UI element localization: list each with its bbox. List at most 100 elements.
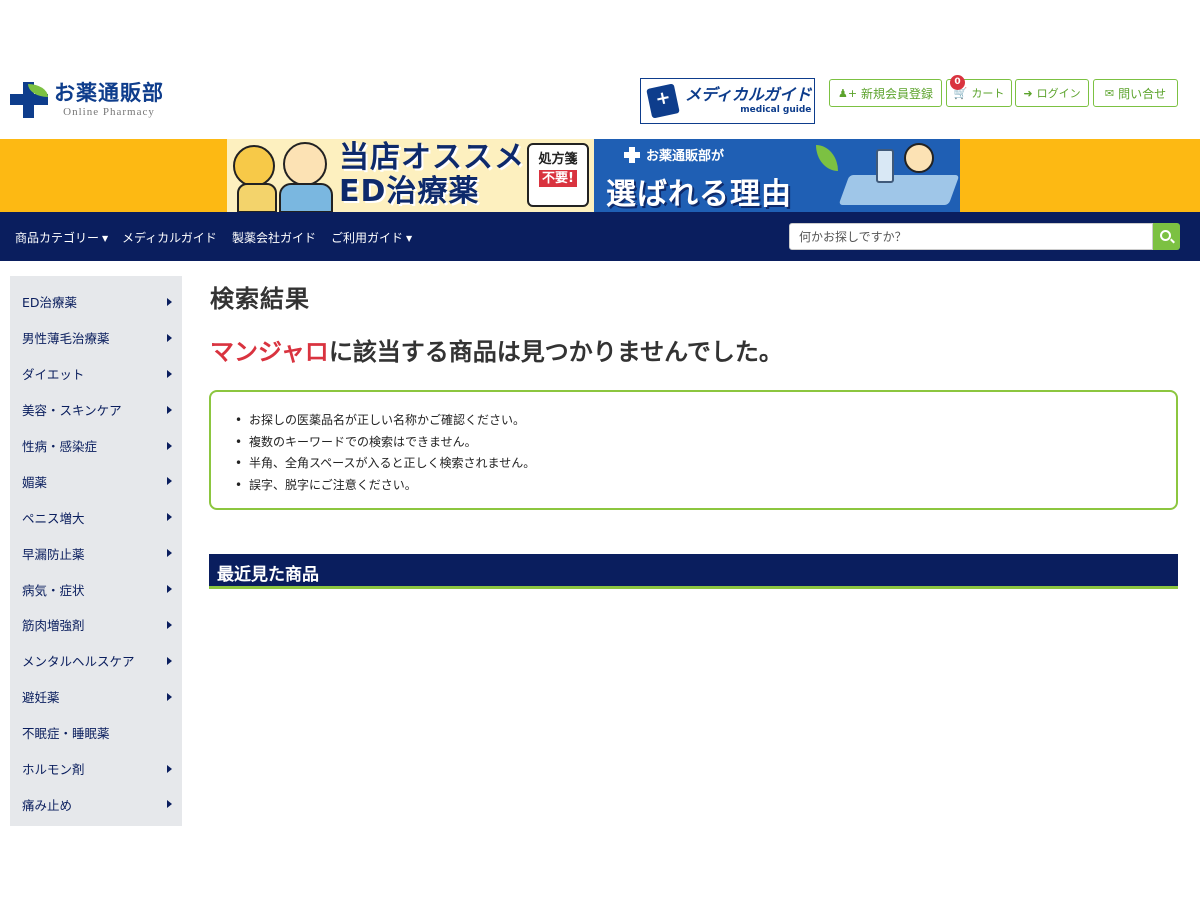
search-keyword: マンジャロ	[210, 338, 329, 366]
sidebar-item-label: 早漏防止薬	[22, 546, 85, 562]
contact-button[interactable]: ✉ 問い合せ	[1093, 79, 1178, 107]
woman-illustration	[233, 145, 275, 187]
nav-pharma-company-guide[interactable]: 製薬会社ガイド	[232, 229, 316, 246]
leaf-icon	[816, 145, 838, 171]
page-title: 検索結果	[210, 285, 310, 313]
logo-title: お薬通販部	[54, 80, 164, 105]
caret-right-icon	[167, 477, 172, 486]
sidebar-item-label: ペニス増大	[22, 510, 85, 526]
doctor-illustration	[904, 143, 934, 173]
search-icon	[1159, 229, 1171, 241]
sidebar-item-illness[interactable]: 病気・症状	[10, 571, 182, 607]
sidebar-item-label: 避妊薬	[22, 690, 60, 706]
user-plus-icon: ♟+	[837, 86, 858, 100]
login-icon: ➜	[1023, 86, 1033, 100]
search-result-message: マンジャロに該当する商品は見つかりませんでした。	[210, 332, 783, 367]
sidebar-item-label: 不眠症・睡眠薬	[22, 726, 110, 742]
sidebar-item-diet[interactable]: ダイエット	[10, 356, 182, 392]
sidebar-item-label: 媚薬	[22, 474, 48, 490]
man-illustration	[283, 142, 327, 186]
sidebar-item-label: メンタルヘルスケア	[22, 654, 135, 670]
caret-right-icon	[167, 549, 172, 558]
stamp-line2: 不要!	[539, 170, 577, 187]
caret-right-icon	[167, 585, 172, 594]
caret-right-icon	[167, 513, 172, 522]
sidebar-item-std[interactable]: 性病・感染症	[10, 428, 182, 464]
reasons-banner[interactable]: お薬通販部が 選ばれる理由	[594, 139, 960, 212]
sidebar-item-premature[interactable]: 早漏防止薬	[10, 535, 182, 571]
sidebar-item-hormone[interactable]: ホルモン剤	[10, 751, 182, 787]
caret-right-icon	[167, 764, 172, 773]
nav-medical-guide[interactable]: メディカルガイド	[122, 229, 217, 246]
sidebar-item-enlargement[interactable]: ペニス増大	[10, 499, 182, 535]
cart-label: カート	[971, 87, 1005, 100]
sidebar-item-label: ED治療薬	[22, 295, 78, 311]
category-sidebar: ED治療薬 男性薄毛治療薬 ダイエット 美容・スキンケア 性病・感染症 媚薬 ペ…	[10, 276, 182, 826]
register-label: 新規会員登録	[861, 86, 934, 101]
caret-right-icon	[167, 333, 172, 342]
logo-cross-icon	[10, 80, 48, 120]
login-label: ログイン	[1036, 87, 1081, 100]
caret-right-icon	[167, 441, 172, 450]
search-tip: 複数のキーワードでの検索はできません。	[233, 432, 1176, 454]
site-logo[interactable]: お薬通販部 Online Pharmacy	[10, 80, 164, 120]
search-tip: 半角、全角スペースが入ると正しく検索されません。	[233, 453, 1176, 475]
main-navbar: 商品カテゴリー ▼ メディカルガイド 製薬会社ガイド ご利用ガイド ▼	[0, 212, 1200, 261]
nav-product-category-label: 商品カテゴリー	[15, 231, 100, 245]
caret-down-icon: ▼	[102, 234, 109, 243]
nav-product-category[interactable]: 商品カテゴリー ▼	[15, 229, 108, 246]
sidebar-item-ed[interactable]: ED治療薬	[10, 284, 182, 320]
register-button[interactable]: ♟+ 新規会員登録	[829, 79, 942, 107]
ed-promo-banner[interactable]: 当店オススメ ED治療薬 処方箋 不要!	[227, 139, 594, 212]
logo-subtitle: Online Pharmacy	[63, 105, 155, 118]
sidebar-item-label: 男性薄毛治療薬	[22, 331, 110, 347]
contact-label: 問い合せ	[1118, 86, 1167, 101]
sidebar-item-label: 筋肉増強剤	[22, 618, 85, 634]
reasons-brand-text: お薬通販部が	[646, 149, 725, 164]
sidebar-item-contraceptive[interactable]: 避妊薬	[10, 679, 182, 715]
cart-count-badge: 0	[950, 75, 965, 90]
search-tip: 誤字、脱字にご注意ください。	[233, 475, 1176, 497]
medical-guide-banner[interactable]: メディカルガイド medical guide	[640, 78, 815, 124]
sidebar-item-hair-loss[interactable]: 男性薄毛治療薬	[10, 320, 182, 356]
caret-right-icon	[167, 800, 172, 809]
promo-banner[interactable]: 当店オススメ ED治療薬 処方箋 不要! お薬通販部が 選ばれる理由	[227, 139, 960, 212]
caret-right-icon	[167, 405, 172, 414]
caret-right-icon	[167, 369, 172, 378]
sidebar-item-label: 性病・感染症	[22, 439, 98, 454]
medical-book-icon	[646, 83, 680, 119]
medical-guide-subtitle: medical guide	[740, 105, 812, 115]
caret-right-icon	[167, 297, 172, 306]
site-header: お薬通販部 Online Pharmacy メディカルガイド medical g…	[0, 0, 1200, 139]
nav-usage-guide[interactable]: ご利用ガイド ▼	[331, 229, 412, 246]
caret-right-icon	[167, 656, 172, 665]
sidebar-item-insomnia[interactable]: 不眠症・睡眠薬	[10, 715, 182, 751]
sidebar-item-painkiller[interactable]: 痛み止め	[10, 786, 182, 822]
search-button[interactable]	[1153, 223, 1180, 250]
sidebar-item-label: 病気・症状	[22, 582, 85, 598]
sidebar-item-label: ダイエット	[22, 367, 85, 383]
caret-right-icon	[167, 692, 172, 701]
search-tip: お探しの医薬品名が正しい名称かご確認ください。	[233, 410, 1176, 432]
envelope-icon: ✉	[1104, 86, 1115, 100]
pill-tray-illustration	[838, 175, 960, 205]
promo-banner-strip: 当店オススメ ED治療薬 処方箋 不要! お薬通販部が 選ばれる理由	[0, 139, 1200, 212]
sidebar-item-skincare[interactable]: 美容・スキンケア	[10, 392, 182, 428]
search-tips-box: お探しの医薬品名が正しい名称かご確認ください。 複数のキーワードでの検索はできま…	[209, 390, 1178, 510]
nav-usage-guide-label: ご利用ガイド	[331, 231, 404, 245]
caret-right-icon	[167, 620, 172, 629]
bottle-illustration	[876, 149, 894, 183]
sidebar-item-aphrodisiac[interactable]: 媚薬	[10, 463, 182, 499]
sidebar-item-muscle[interactable]: 筋肉増強剤	[10, 607, 182, 643]
search-input[interactable]	[789, 223, 1153, 250]
ed-promo-headline: 当店オススメ ED治療薬	[339, 140, 525, 209]
sidebar-item-mental[interactable]: メンタルヘルスケア	[10, 643, 182, 679]
no-result-text: に該当する商品は見つかりませんでした。	[328, 338, 783, 366]
stamp-line1: 処方箋	[538, 152, 578, 167]
reasons-headline: 選ばれる理由	[606, 177, 792, 212]
medical-guide-title: メディカルガイド	[685, 85, 812, 104]
sidebar-item-label: 美容・スキンケア	[22, 403, 122, 419]
caret-down-icon: ▼	[406, 234, 413, 243]
login-button[interactable]: ➜ ログイン	[1015, 79, 1089, 107]
brand-cross-icon	[624, 147, 640, 163]
